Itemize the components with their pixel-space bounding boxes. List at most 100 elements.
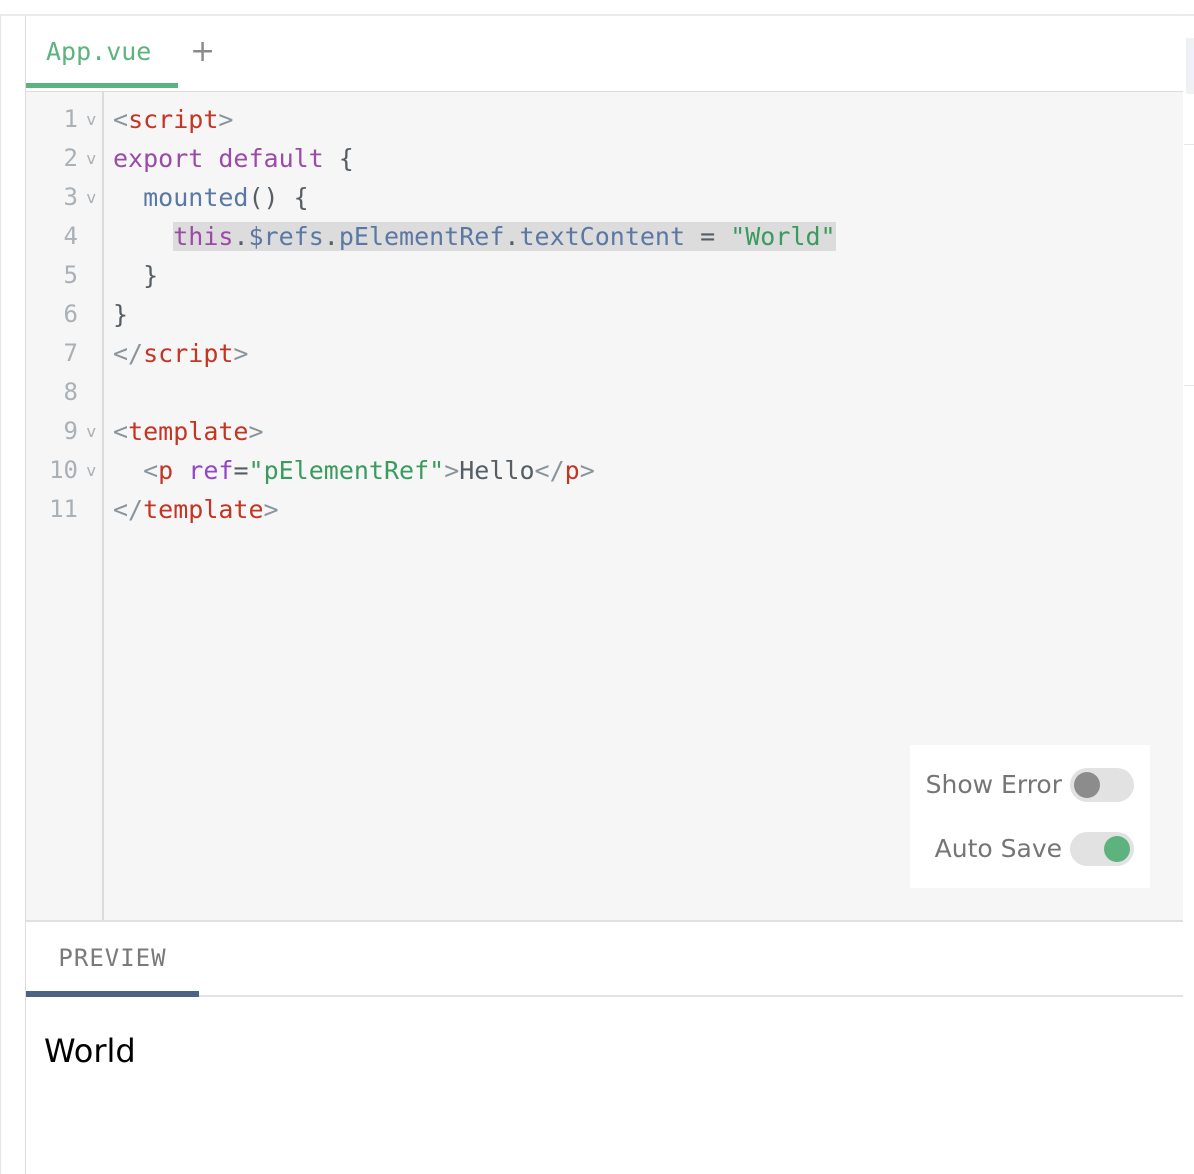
- fold-chevron-icon[interactable]: v: [87, 100, 96, 139]
- code-token: pElementRef: [338, 222, 505, 251]
- gutter-row: 5: [26, 256, 102, 295]
- code-token: $refs: [248, 222, 324, 251]
- code-line[interactable]: <p ref="pElementRef">Hello</p>: [113, 451, 836, 490]
- code-token: template: [128, 417, 249, 446]
- code-line[interactable]: }: [113, 295, 836, 334]
- fold-chevron-icon[interactable]: v: [87, 451, 96, 490]
- code-token: >: [444, 456, 460, 485]
- code-token: }: [113, 300, 129, 329]
- line-number: 3: [63, 183, 78, 211]
- code-line[interactable]: mounted() {: [113, 178, 836, 217]
- code-token: </: [113, 339, 144, 368]
- auto-save-label: Auto Save: [934, 834, 1062, 863]
- line-number-gutter: 1 v 2 v 3 v 4 5 6 7 8 9 v 10 v 11: [26, 92, 104, 920]
- line-number: 6: [63, 300, 78, 328]
- preview-tab-bar: PREVIEW: [26, 920, 1183, 997]
- code-token: mounted: [143, 183, 249, 212]
- code-token: </: [534, 456, 565, 485]
- line-number: 11: [49, 495, 78, 523]
- code-token: <: [113, 417, 129, 446]
- file-tab-bar: App.vue +: [26, 16, 1183, 92]
- code-token: >: [248, 417, 264, 446]
- code-token: textContent: [519, 222, 686, 251]
- line-number: 10: [49, 456, 78, 484]
- code-line[interactable]: </template>: [113, 490, 836, 529]
- line-number: 7: [63, 339, 78, 367]
- adjacent-panel-edge: [1186, 38, 1194, 94]
- code-line[interactable]: <script>: [113, 100, 836, 139]
- fold-chevron-icon[interactable]: v: [87, 412, 96, 451]
- gutter-row: 10 v: [26, 451, 102, 490]
- adjacent-panel-tick: [1184, 385, 1194, 386]
- gutter-row: 2v: [26, 139, 102, 178]
- preview-tab-indicator: [26, 991, 199, 997]
- active-tab-indicator: [26, 83, 178, 88]
- fold-chevron-icon[interactable]: v: [87, 139, 96, 178]
- code-line[interactable]: </script>: [113, 334, 836, 373]
- code-line[interactable]: }: [113, 256, 836, 295]
- toggle-knob: [1074, 772, 1100, 798]
- code-token: <: [113, 105, 129, 134]
- code-content[interactable]: <script> export default { mounted() { thi…: [113, 100, 836, 529]
- gutter-row: 1v: [26, 100, 102, 139]
- code-token: =: [685, 222, 731, 251]
- show-error-setting: Show Error: [910, 765, 1150, 805]
- code-token: </: [113, 495, 144, 524]
- code-editor[interactable]: 1 v 2 v 3 v 4 5 6 7 8 9 v 10 v 11 <script> export defaul…: [26, 92, 1183, 920]
- code-token: .: [233, 222, 249, 251]
- line-number: 2: [63, 144, 78, 172]
- code-token: script: [143, 339, 234, 368]
- code-token: "pElementRef": [248, 456, 445, 485]
- code-token: "World": [730, 222, 836, 251]
- gutter-row: 6: [26, 295, 102, 334]
- code-line[interactable]: export default {: [113, 139, 836, 178]
- code-token: >: [218, 105, 234, 134]
- gutter-row: 8: [26, 373, 102, 412]
- code-token: () {: [248, 183, 309, 212]
- code-token: script: [128, 105, 219, 134]
- add-file-icon[interactable]: +: [190, 36, 215, 68]
- line-number: 5: [63, 261, 78, 289]
- code-token: =: [233, 456, 249, 485]
- gutter-row: 11: [26, 490, 102, 529]
- toggle-knob: [1104, 836, 1130, 862]
- auto-save-setting: Auto Save: [910, 829, 1150, 869]
- playground-panel: App.vue + 1 v 2 v 3 v 4 5 6 7 8 9 v 10 v 11 <script> exp…: [25, 16, 1183, 1174]
- adjacent-panel-tick: [1184, 144, 1194, 145]
- code-line[interactable]: this.$refs.pElementRef.textContent = "Wo…: [113, 217, 836, 256]
- gutter-row: 9v: [26, 412, 102, 451]
- code-line[interactable]: [113, 373, 836, 412]
- gutter-row: 3v: [26, 178, 102, 217]
- tab-preview[interactable]: PREVIEW: [26, 922, 199, 995]
- code-token: >: [233, 339, 249, 368]
- auto-save-toggle[interactable]: [1070, 832, 1134, 866]
- code-token: >: [579, 456, 595, 485]
- code-token: Hello: [459, 456, 535, 485]
- code-token: <: [143, 456, 159, 485]
- code-token: }: [113, 261, 159, 290]
- show-error-label: Show Error: [925, 770, 1062, 799]
- code-line[interactable]: <template>: [113, 412, 836, 451]
- code-token: {: [323, 144, 354, 173]
- code-token: p: [158, 456, 174, 485]
- code-token: >: [263, 495, 279, 524]
- code-token: .: [323, 222, 339, 251]
- gutter-row: 7: [26, 334, 102, 373]
- show-error-toggle[interactable]: [1070, 768, 1134, 802]
- line-number: 9: [63, 417, 78, 445]
- fold-chevron-icon[interactable]: v: [87, 178, 96, 217]
- line-number: 4: [63, 222, 78, 250]
- line-number: 8: [63, 378, 78, 406]
- tab-app-vue[interactable]: App.vue: [26, 32, 178, 88]
- code-token: template: [143, 495, 264, 524]
- gutter-row: 4: [26, 217, 102, 256]
- line-number: 1: [63, 105, 78, 133]
- code-token: ref: [188, 456, 234, 485]
- preview-output: World: [44, 1032, 136, 1070]
- code-token: .: [504, 222, 520, 251]
- code-token: p: [564, 456, 580, 485]
